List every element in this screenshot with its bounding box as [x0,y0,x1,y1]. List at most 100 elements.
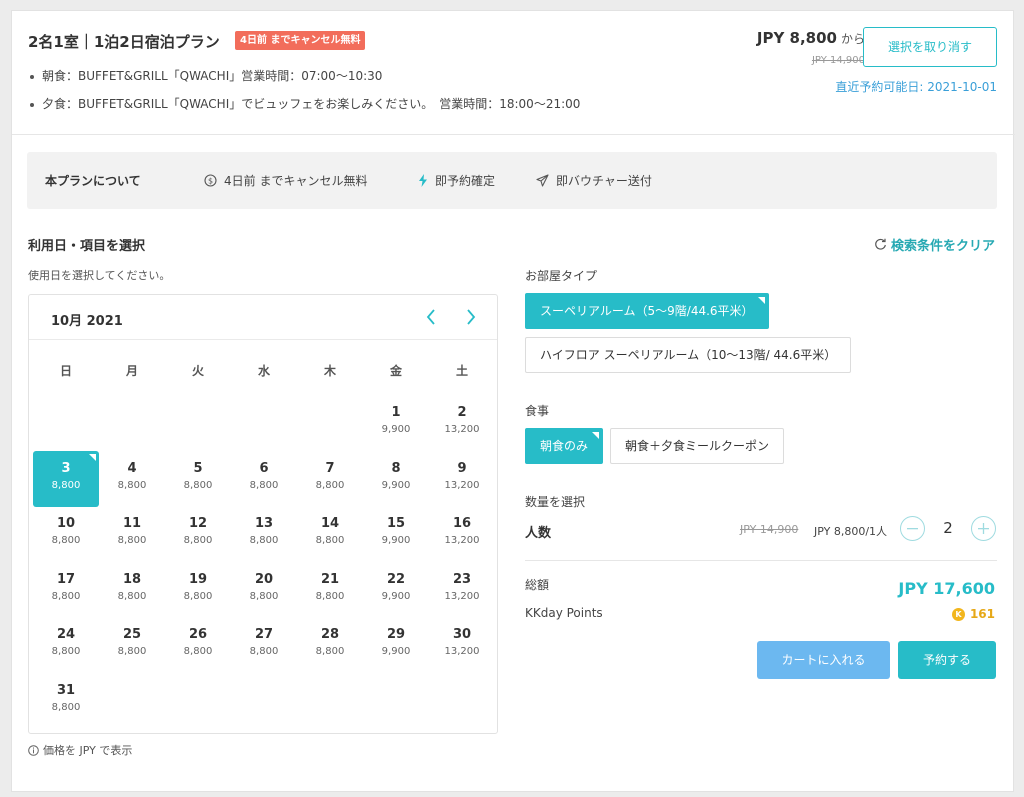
room-option-high-floor[interactable]: ハイフロア スーペリアルーム（10〜13階/ 44.6平米） [525,337,852,373]
calendar-day[interactable]: 26 8,800 [165,617,231,673]
booking-card: 2名1室｜1泊2日宿泊プラン 4日前 までキャンセル無料 朝食：BUFFET&G… [11,10,1015,792]
day-price: 13,200 [444,479,480,491]
day-number: 15 [386,516,406,531]
day-price: 9,900 [381,535,411,546]
day-number: 26 [188,627,208,642]
day-price: 8,800 [51,479,81,491]
free-cancel-badge: 4日前 までキャンセル無料 [235,31,366,50]
summary-divider [525,560,997,561]
calendar-day[interactable]: 7 8,800 [297,451,363,507]
day-number: 29 [386,627,406,642]
calendar-day[interactable]: 23 13,200 [429,562,495,618]
chevron-left-icon [426,309,435,325]
day-price: 8,800 [183,535,213,546]
day-price: 8,800 [315,590,345,602]
about-instant-voucher-text: 即バウチャー送付 [556,174,652,188]
kkday-coin-icon: K [951,607,965,621]
calendar-day[interactable]: 6 8,800 [231,451,297,507]
calendar-day[interactable]: 17 8,800 [33,562,99,618]
decrement-button[interactable] [900,516,925,541]
chevron-right-icon [467,309,476,325]
day-price: 9,900 [381,479,411,491]
quantity-value[interactable]: 2 [938,519,958,537]
calendar-day[interactable]: 4 8,800 [99,451,165,507]
calendar-day[interactable]: 10 8,800 [33,506,99,562]
calendar-day[interactable]: 27 8,800 [231,617,297,673]
currency-note: 価格を JPY で表示 [28,742,132,758]
book-now-button[interactable]: 予約する [898,641,996,679]
refresh-icon [875,238,886,250]
calendar-day[interactable]: 13 8,800 [231,506,297,562]
calendar-day[interactable]: 20 8,800 [231,562,297,618]
day-number: 21 [320,571,340,587]
about-instant-voucher: 即バウチャー送付 [536,172,652,189]
room-option-superior[interactable]: スーペリアルーム（5〜9階/44.6平米） [525,293,769,329]
meal-option-breakfast[interactable]: 朝食のみ [525,428,604,464]
points-label: KKday Points [525,606,603,620]
bullet-icon [30,102,34,107]
day-price: 8,800 [183,646,213,657]
currency-note-text: 価格を JPY で表示 [43,744,133,757]
calendar-day[interactable]: 1 9,900 [363,395,429,451]
day-price: 8,800 [51,701,81,713]
weekday-header: 火 [191,364,204,378]
calendar-day[interactable]: 14 8,800 [297,506,363,562]
calendar-day[interactable]: 12 8,800 [165,506,231,562]
day-number: 1 [391,405,401,420]
calendar-day[interactable]: 29 9,900 [363,617,429,673]
calendar-day[interactable]: 9 13,200 [429,451,495,507]
calendar-day[interactable]: 18 8,800 [99,562,165,618]
date-hint: 使用日を選択してください。 [28,269,171,282]
calendar-day[interactable]: 5 8,800 [165,451,231,507]
total-value: JPY 17,600 [898,579,995,598]
day-price: 13,200 [444,424,480,435]
calendar-day[interactable]: 28 8,800 [297,617,363,673]
weekday-header: 土 [455,364,468,378]
calendar-day[interactable]: 25 8,800 [99,617,165,673]
day-price: 8,800 [249,479,279,491]
calendar-day[interactable]: 2 13,200 [429,395,495,451]
calendar-day[interactable]: 16 13,200 [429,506,495,562]
dinner-info: 夕食：BUFFET&GRILL「QWACHI」でビュッフェをお楽しみください。 … [30,95,580,112]
day-price: 8,800 [117,646,147,657]
day-number: 4 [127,460,137,476]
day-price: 9,900 [381,590,411,602]
meal-option-breakfast-dinner[interactable]: 朝食＋夕食ミールクーポン [610,428,785,464]
dinner-info-text: 夕食：BUFFET&GRILL「QWACHI」でビュッフェをお楽しみください。 … [42,97,581,111]
day-number: 23 [452,571,472,587]
calendar-day[interactable]: 30 13,200 [429,617,495,673]
calendar-day[interactable]: 15 9,900 [363,506,429,562]
day-number: 14 [320,516,340,531]
calendar-day[interactable]: 31 8,800 [33,673,99,729]
next-month-button[interactable] [460,306,482,328]
quantity-label: 人数 [525,526,552,541]
total-label: 総額 [525,578,550,592]
day-number: 12 [188,516,208,531]
clear-filters-link[interactable]: 検索条件をクリア [874,235,995,254]
about-instant-confirm: 即予約確定 [418,172,495,189]
calendar-day[interactable]: 3 8,800 [33,450,99,507]
deselect-button[interactable]: 選択を取り消す [863,27,997,67]
calendar-day[interactable]: 21 8,800 [297,562,363,618]
day-price: 8,800 [315,535,345,546]
day-number: 25 [122,627,142,642]
calendar-day[interactable]: 8 9,900 [363,451,429,507]
calendar-day[interactable]: 22 9,900 [363,562,429,618]
calendar-day[interactable]: 19 8,800 [165,562,231,618]
calendar-day[interactable]: 24 8,800 [33,617,99,673]
add-to-cart-button[interactable]: カートに入れる [757,641,890,679]
increment-button[interactable] [971,516,996,541]
day-price: 8,800 [249,590,279,602]
day-price: 9,900 [381,646,411,657]
day-number: 8 [391,460,401,476]
calendar-day[interactable]: 11 8,800 [99,506,165,562]
day-price: 8,800 [183,590,213,602]
day-number: 2 [457,405,467,420]
day-number: 18 [122,571,142,587]
prev-month-button[interactable] [420,306,442,328]
paper-plane-icon [536,174,549,187]
refund-icon: $ [204,174,217,187]
about-instant-confirm-text: 即予約確定 [435,174,496,188]
day-price: 9,900 [381,424,411,435]
meal-label: 食事 [525,404,550,418]
